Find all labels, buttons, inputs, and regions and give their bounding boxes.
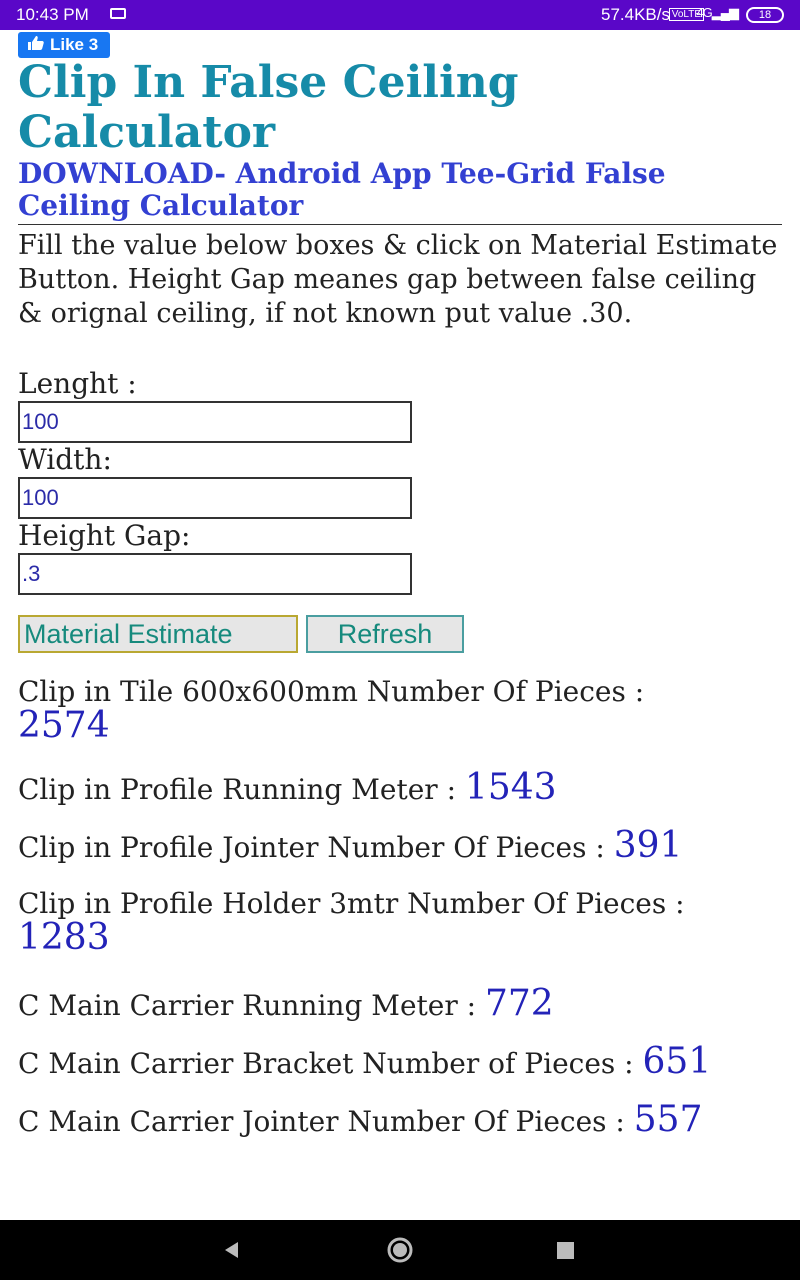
result-value: 772 [484,983,554,1024]
height-gap-input[interactable] [18,553,412,595]
result-label: Clip in Profile Holder 3mtr Number Of Pi… [18,887,685,920]
signal-icon: 4G▂▄▆ [696,5,739,20]
width-label: Width: [18,443,112,476]
result-item: Clip in Profile Holder 3mtr Number Of Pi… [18,887,784,957]
result-item: Clip in Profile Running Meter : 1543 [18,770,784,807]
result-value: 1543 [464,767,557,808]
height-gap-label: Height Gap: [18,519,191,552]
result-item: Clip in Tile 600x600mm Number Of Pieces … [18,675,784,745]
result-item: C Main Carrier Bracket Number of Pieces … [18,1044,784,1081]
result-label: Clip in Tile 600x600mm Number Of Pieces … [18,675,645,708]
home-icon[interactable] [386,1236,414,1264]
result-item: C Main Carrier Jointer Number Of Pieces … [18,1102,784,1139]
result-value: 2574 [18,705,110,746]
result-value: 557 [633,1099,703,1140]
status-time: 10:43 PM [16,5,89,24]
refresh-button[interactable]: Refresh [306,615,464,653]
page-title: Clip In False Ceiling Calculator [18,57,519,158]
status-bar: 10:43 PM 57.4KB/s VoLTE 4G▂▄▆ 18 [0,0,800,30]
result-value: 1283 [18,917,110,958]
result-item: C Main Carrier Running Meter : 772 [18,986,784,1023]
estimate-form: Lenght : Width: Height Gap: Material Est… [18,367,784,655]
recent-apps-icon[interactable] [557,1242,574,1259]
network-speed: 57.4KB/s [601,5,670,24]
like-button[interactable]: Like 3 [18,32,111,58]
result-label: C Main Carrier Jointer Number Of Pieces … [18,1105,625,1138]
length-input[interactable] [18,401,412,443]
navigation-bar [0,1220,800,1280]
result-label: Clip in Profile Running Meter : [18,773,457,806]
material-estimate-button[interactable]: Material Estimate [18,615,298,653]
result-label: Clip in Profile Jointer Number Of Pieces… [18,831,605,864]
result-value: 651 [642,1041,712,1082]
like-label: Like 3 [50,35,99,54]
network-type: 4G [696,5,712,20]
width-input[interactable] [18,477,412,519]
result-value: 391 [613,825,683,866]
battery-icon: 18 [746,7,784,23]
results-list: Clip in Tile 600x600mm Number Of Pieces … [18,675,784,1139]
form-actions: Material Estimate Refresh [18,615,784,655]
result-label: C Main Carrier Bracket Number of Pieces … [18,1047,634,1080]
thumbs-up-icon [28,34,44,56]
intro-text: Fill the value below boxes & click on Ma… [18,230,778,329]
result-label: C Main Carrier Running Meter : [18,989,477,1022]
download-app-link[interactable]: DOWNLOAD- Android App Tee-Grid False Cei… [18,158,782,225]
length-label: Lenght : [18,367,137,400]
back-icon[interactable] [222,1240,242,1260]
page-content: Like 3 Clip In False Ceiling Calculator … [18,32,784,1139]
screen-cast-icon [110,8,126,19]
result-item: Clip in Profile Jointer Number Of Pieces… [18,828,784,865]
